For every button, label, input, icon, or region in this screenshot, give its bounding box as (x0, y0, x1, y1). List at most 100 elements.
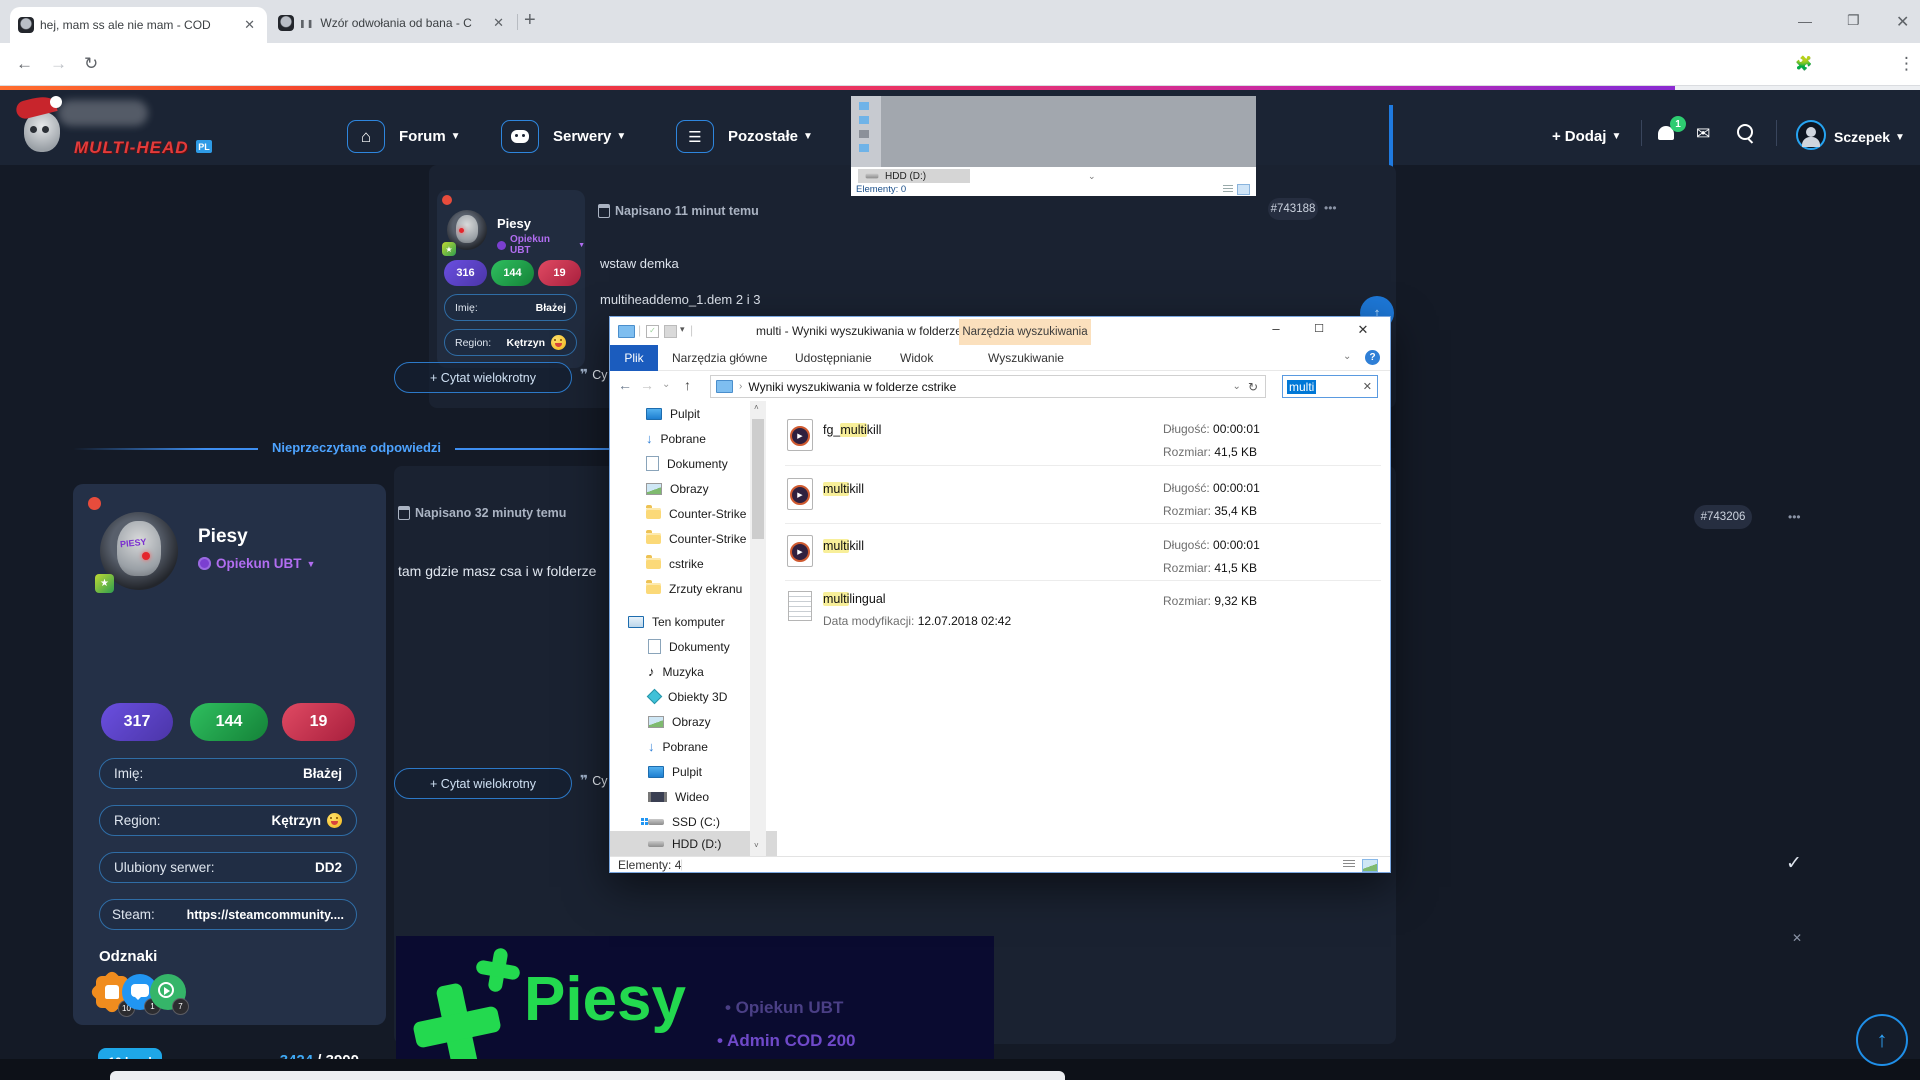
badge-trophies[interactable]: 19 (282, 703, 355, 741)
hamburger-icon: ☰ (688, 128, 701, 146)
thumbnail-view-icon[interactable] (1362, 859, 1378, 872)
quote-button[interactable]: ❞Cy (580, 772, 608, 789)
refresh-icon[interactable]: ↻ (1248, 380, 1258, 394)
badge-posts[interactable]: 317 (101, 703, 173, 741)
window-title: multi - Wyniki wyszukiwania w folderze c… (756, 324, 991, 338)
explorer-maximize-icon[interactable]: ☐ (1302, 322, 1336, 344)
multiquote-button[interactable]: + Cytat wielokrotny (394, 362, 572, 393)
extensions-icon[interactable]: 🧩 (1795, 55, 1812, 72)
nav-pozostale[interactable]: Pozostałe▼ (728, 128, 813, 145)
author-name[interactable]: Piesy (497, 216, 531, 231)
drive-icon (648, 841, 664, 847)
discord-button[interactable] (501, 120, 539, 153)
badge-arrow-icon[interactable]: 7 (150, 974, 186, 1010)
badge-reputation[interactable]: 144 (491, 260, 534, 286)
site-favicon (278, 15, 294, 31)
ribbon-tab-widok[interactable]: Widok (900, 351, 933, 365)
sidebar-scrollbar[interactable]: ˄ ˅ (750, 401, 766, 856)
multiquote-button[interactable]: + Cytat wielokrotny (394, 768, 572, 799)
nav-serwery[interactable]: Serwery▼ (553, 128, 626, 145)
ribbon-tab-glowne[interactable]: Narzędzia główne (672, 351, 767, 365)
home-button[interactable]: ⌂ (347, 120, 385, 153)
quick-access-customize-icon[interactable]: ▾ (680, 324, 685, 335)
history-dropdown-icon[interactable]: ⌄ (662, 379, 670, 390)
forward-icon[interactable]: → (50, 54, 67, 74)
post-id-badge[interactable]: #743188 (1268, 198, 1318, 220)
explorer-close-icon[interactable]: ✕ (1346, 322, 1380, 344)
quote-button[interactable]: ❞Cy (580, 366, 608, 383)
post-attached-image[interactable]: HDD (D:) ⌄ Elementy: 0 (851, 96, 1256, 196)
add-button[interactable]: + Dodaj▼ (1552, 128, 1621, 145)
file-detail: Rozmiar: 41,5 KB (1163, 445, 1257, 459)
author-name[interactable]: Piesy (198, 526, 248, 548)
file-name[interactable]: multilingual (823, 592, 886, 606)
search-clear-icon[interactable]: ✕ (1363, 380, 1372, 393)
field-region: Region:Kętrzyn (99, 805, 357, 836)
new-tab-button[interactable]: + (524, 9, 536, 32)
file-name[interactable]: multikill (823, 539, 864, 553)
menu-button[interactable]: ☰ (676, 120, 714, 153)
back-icon[interactable]: ← (16, 54, 33, 74)
post-options-icon[interactable]: ••• (1788, 510, 1801, 524)
badge-posts[interactable]: 316 (444, 260, 487, 286)
forward-icon[interactable]: → (640, 377, 654, 393)
logo-snow-decoration (58, 100, 148, 126)
user-menu[interactable]: Sczepek▼ (1834, 129, 1905, 145)
reload-icon[interactable]: ↻ (84, 54, 98, 74)
tab-active[interactable]: hej, mam ss ale nie mam - COD ✕ (10, 7, 267, 43)
demo-file-icon: ▶ (787, 419, 813, 451)
scroll-down-icon[interactable]: ˅ (754, 841, 759, 850)
up-icon[interactable]: ↑ (684, 377, 691, 393)
tab-title: hej, mam ss ale nie mam - COD (40, 18, 234, 32)
unread-replies-link[interactable]: Nieprzeczytane odpowiedzi (258, 440, 455, 455)
tab-background[interactable]: ❚❚ Wzór odwołania od bana - C ✕ (272, 8, 514, 38)
file-name[interactable]: multikill (823, 482, 864, 496)
badge-reputation[interactable]: 144 (190, 703, 268, 741)
file-detail: Data modyfikacji: 12.07.2018 02:42 (823, 614, 1011, 628)
search-box[interactable]: multi ✕ (1282, 375, 1378, 398)
badge-trophies[interactable]: 19 (538, 260, 581, 286)
ribbon-collapse-icon[interactable]: ⌄ (1343, 351, 1351, 362)
logo-text[interactable]: MULTI-HEAD (74, 138, 189, 158)
browser-menu-icon[interactable]: ⋮ (1898, 54, 1915, 74)
field-steam[interactable]: Steam:https://steamcommunity.... (99, 899, 357, 930)
tab-close-icon[interactable]: ✕ (240, 17, 259, 33)
field-imie: Imię:Błażej (444, 294, 577, 321)
tab-close-icon[interactable]: ✕ (489, 15, 508, 31)
user-avatar[interactable] (1796, 120, 1826, 150)
search-icon[interactable] (1737, 124, 1753, 140)
help-icon[interactable]: ? (1365, 350, 1380, 365)
scrollbar-thumb[interactable] (752, 419, 764, 539)
ribbon-tab-plik[interactable]: Plik (610, 345, 658, 371)
quick-access-newfolder-icon[interactable] (664, 325, 677, 338)
scroll-up-icon[interactable]: ˄ (754, 403, 759, 412)
messages-envelope-icon[interactable]: ✉ (1696, 124, 1710, 144)
scroll-top-button[interactable]: ↑ (1856, 1014, 1908, 1066)
explorer-titlebar[interactable]: | ✓ ▾ | multi - Wyniki wyszukiwania w fo… (610, 317, 1390, 345)
post-id-badge[interactable]: #743206 (1694, 505, 1752, 529)
screen: hej, mam ss ale nie mam - COD ✕ ❚❚ Wzór … (0, 0, 1920, 1080)
ribbon-tab-udostepnianie[interactable]: Udostępnianie (795, 351, 872, 365)
window-maximize-icon[interactable]: ❐ (1847, 12, 1860, 29)
window-minimize-icon[interactable]: — (1798, 13, 1812, 29)
window-close-icon[interactable]: ✕ (1896, 12, 1909, 32)
quick-access-check-icon[interactable]: ✓ (646, 325, 659, 338)
ribbon-tab-wyszukiwanie[interactable]: Wyszukiwanie (988, 351, 1064, 365)
explorer-minimize-icon[interactable]: – (1259, 321, 1293, 343)
back-icon[interactable]: ← (618, 377, 632, 393)
address-dropdown-icon[interactable]: ⌄ (1233, 381, 1241, 392)
reply-box-peek[interactable] (110, 1071, 1065, 1080)
file-name[interactable]: fg_multikill (823, 423, 881, 437)
tab-divider (517, 14, 518, 30)
explorer-address-bar[interactable]: › Wyniki wyszukiwania w folderze cstrike… (710, 375, 1266, 398)
author-role[interactable]: Opiekun UBT ▼ (497, 234, 585, 256)
context-tab[interactable]: Narzędzia wyszukiwania (959, 319, 1091, 345)
signature-close-icon[interactable]: ✕ (1792, 931, 1802, 945)
post-text-line: multiheaddemo_1.dem 2 i 3 (600, 292, 760, 307)
details-view-icon[interactable] (1343, 860, 1355, 869)
nav-forum[interactable]: Forum▼ (399, 128, 461, 145)
post-options-icon[interactable]: ••• (1324, 201, 1337, 215)
reaction-check-icon[interactable]: ✓ (1786, 852, 1802, 875)
author-role[interactable]: Opiekun UBT ▼ (198, 556, 315, 571)
demo-file-icon: ▶ (787, 535, 813, 567)
